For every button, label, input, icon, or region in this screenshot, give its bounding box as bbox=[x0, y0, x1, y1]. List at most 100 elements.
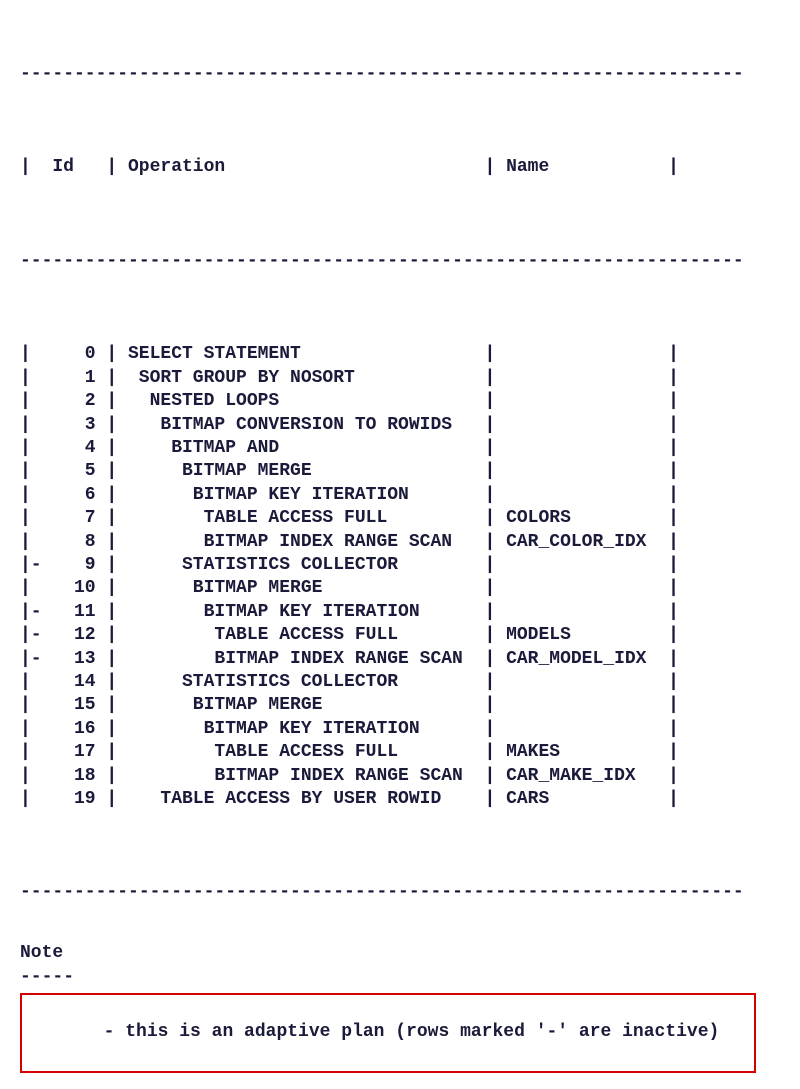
row-name bbox=[506, 414, 668, 437]
row-id: 18 bbox=[42, 765, 107, 788]
row-mark: | bbox=[20, 531, 42, 554]
row-id: 2 bbox=[42, 390, 107, 413]
row-operation: STATISTICS COLLECTOR bbox=[128, 671, 484, 694]
pipe: | bbox=[484, 765, 506, 788]
row-name bbox=[506, 554, 668, 577]
row-mark: | bbox=[20, 367, 42, 390]
table-row: | 10| BITMAP MERGE | | bbox=[20, 577, 780, 600]
row-id: 7 bbox=[42, 507, 107, 530]
row-mark: | bbox=[20, 741, 42, 764]
row-id: 14 bbox=[42, 671, 107, 694]
pipe: | bbox=[668, 531, 679, 554]
row-id: 9 bbox=[42, 554, 107, 577]
note-section: Note ----- - this is an adaptive plan (r… bbox=[20, 942, 780, 1073]
pipe: | bbox=[484, 531, 506, 554]
explain-plan-table: ----------------------------------------… bbox=[20, 16, 780, 928]
pipe: | bbox=[668, 507, 679, 530]
row-operation: TABLE ACCESS BY USER ROWID bbox=[128, 788, 484, 811]
row-operation: BITMAP MERGE bbox=[128, 577, 484, 600]
row-mark: | bbox=[20, 718, 42, 741]
row-operation: BITMAP CONVERSION TO ROWIDS bbox=[128, 414, 484, 437]
row-operation: TABLE ACCESS FULL bbox=[128, 741, 484, 764]
row-operation: SELECT STATEMENT bbox=[128, 343, 484, 366]
row-id: 0 bbox=[42, 343, 107, 366]
plan-rows: | 0| SELECT STATEMENT | || 1| SORT GROUP… bbox=[20, 343, 780, 811]
row-id: 11 bbox=[42, 601, 107, 624]
pipe: | bbox=[484, 507, 506, 530]
pipe: | bbox=[668, 718, 679, 741]
pipe: | bbox=[484, 601, 506, 624]
note-text: - this is an adaptive plan (rows marked … bbox=[71, 1022, 719, 1042]
row-id: 13 bbox=[42, 648, 107, 671]
pipe: | bbox=[484, 648, 506, 671]
table-row: | 8| BITMAP INDEX RANGE SCAN | CAR_COLOR… bbox=[20, 531, 780, 554]
table-row: | 0| SELECT STATEMENT | | bbox=[20, 343, 780, 366]
row-name: CARS bbox=[506, 788, 668, 811]
row-mark: |- bbox=[20, 624, 42, 647]
pipe: | bbox=[484, 390, 506, 413]
pipe: | bbox=[106, 156, 128, 179]
table-row: |-13| BITMAP INDEX RANGE SCAN | CAR_MODE… bbox=[20, 648, 780, 671]
row-id: 15 bbox=[42, 694, 107, 717]
pipe: | bbox=[106, 484, 128, 507]
pipe: | bbox=[484, 554, 506, 577]
row-id: 3 bbox=[42, 414, 107, 437]
row-operation: BITMAP KEY ITERATION bbox=[128, 718, 484, 741]
note-rule: ----- bbox=[20, 966, 780, 989]
table-row: | 17| TABLE ACCESS FULL | MAKES | bbox=[20, 741, 780, 764]
row-operation: BITMAP INDEX RANGE SCAN bbox=[128, 765, 484, 788]
table-row: | 16| BITMAP KEY ITERATION | | bbox=[20, 718, 780, 741]
pipe: | bbox=[106, 507, 128, 530]
pipe: | bbox=[484, 577, 506, 600]
row-name: CAR_COLOR_IDX bbox=[506, 531, 668, 554]
pipe: | bbox=[484, 484, 506, 507]
pipe: | bbox=[484, 694, 506, 717]
pipe: | bbox=[668, 460, 679, 483]
row-id: 17 bbox=[42, 741, 107, 764]
table-row: | 18| BITMAP INDEX RANGE SCAN | CAR_MAKE… bbox=[20, 765, 780, 788]
row-id: 16 bbox=[42, 718, 107, 741]
pipe: | bbox=[106, 788, 128, 811]
header-id: Id bbox=[42, 156, 107, 179]
row-operation: TABLE ACCESS FULL bbox=[128, 624, 484, 647]
row-name bbox=[506, 437, 668, 460]
row-name bbox=[506, 694, 668, 717]
pipe: | bbox=[668, 554, 679, 577]
row-operation: BITMAP KEY ITERATION bbox=[128, 601, 484, 624]
row-id: 5 bbox=[42, 460, 107, 483]
divider-top: ----------------------------------------… bbox=[20, 63, 780, 86]
pipe: | bbox=[106, 694, 128, 717]
pipe: | bbox=[668, 577, 679, 600]
pipe: | bbox=[668, 437, 679, 460]
pipe: | bbox=[106, 437, 128, 460]
row-name bbox=[506, 460, 668, 483]
row-mark: | bbox=[20, 343, 42, 366]
row-operation: BITMAP KEY ITERATION bbox=[128, 484, 484, 507]
pipe: | bbox=[484, 718, 506, 741]
pipe: | bbox=[106, 414, 128, 437]
pipe: | bbox=[484, 624, 506, 647]
table-row: | 3| BITMAP CONVERSION TO ROWIDS | | bbox=[20, 414, 780, 437]
header-row: | Id | Operation| Name| bbox=[20, 156, 780, 179]
row-name bbox=[506, 577, 668, 600]
header-id-text: Id bbox=[52, 157, 74, 177]
pipe: | bbox=[668, 788, 679, 811]
table-row: | 6| BITMAP KEY ITERATION | | bbox=[20, 484, 780, 507]
pipe: | bbox=[668, 390, 679, 413]
row-mark: | bbox=[20, 577, 42, 600]
pipe: | bbox=[484, 671, 506, 694]
pipe: | bbox=[106, 671, 128, 694]
row-mark: | bbox=[20, 437, 42, 460]
table-row: |-11| BITMAP KEY ITERATION | | bbox=[20, 601, 780, 624]
row-mark: | bbox=[20, 788, 42, 811]
row-name: MODELS bbox=[506, 624, 668, 647]
header-mark: | bbox=[20, 156, 42, 179]
row-name bbox=[506, 343, 668, 366]
pipe: | bbox=[106, 343, 128, 366]
table-row: | 7| TABLE ACCESS FULL | COLORS | bbox=[20, 507, 780, 530]
row-mark: | bbox=[20, 507, 42, 530]
row-name: CAR_MAKE_IDX bbox=[506, 765, 668, 788]
row-mark: | bbox=[20, 414, 42, 437]
pipe: | bbox=[484, 156, 506, 179]
row-operation: BITMAP INDEX RANGE SCAN bbox=[128, 531, 484, 554]
